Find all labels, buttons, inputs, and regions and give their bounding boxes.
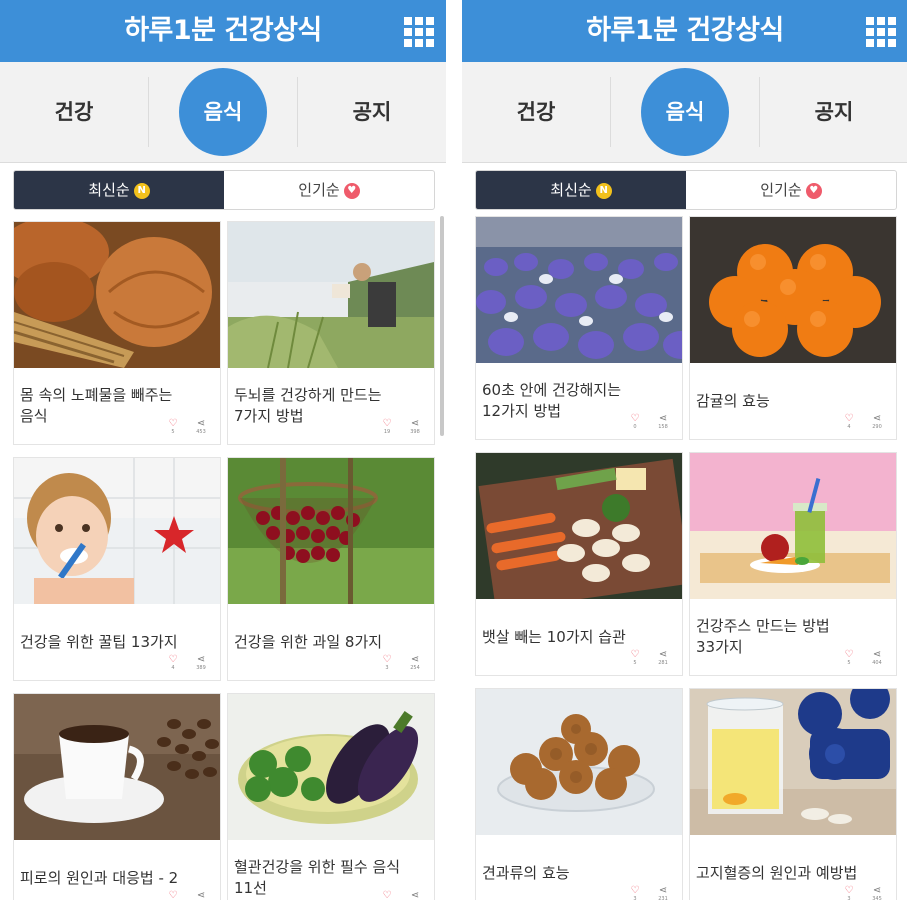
grid-menu-icon[interactable] [866, 17, 896, 47]
sort-toggle: 최신순 N 인기순 ♥ [13, 170, 435, 210]
tab-health[interactable]: 건강 [0, 62, 148, 162]
scrollbar[interactable] [440, 216, 444, 436]
article-title: 두뇌를 건강하게 만드는 7가지 방법 [234, 386, 382, 425]
app-screen-left: 하루1분 건강상식 건강 음식 공지 최신순 N 인기순 ♥ ♡ 5 ⋖ 453… [0, 0, 446, 900]
article-thumbnail-cherries [228, 458, 434, 604]
article-thumbnail-green-juice [690, 453, 896, 599]
article-thumbnail-flowers [476, 217, 682, 363]
article-card[interactable]: ♡ 0 ⋖ 158 60초 안에 건강해지는 12가지 방법 [475, 216, 683, 440]
grid-menu-icon[interactable] [404, 17, 434, 47]
article-thumbnail-drink-dumbbells [690, 689, 896, 835]
article-thumbnail-onion [14, 222, 220, 368]
heart-badge-icon: ♥ [805, 182, 822, 199]
app-bar: 하루1분 건강상식 [462, 0, 907, 62]
new-badge-icon: N [133, 182, 150, 199]
article-card[interactable]: ♡1 ⋖214 피로의 원인과 대응법 - 2 [13, 693, 221, 900]
article-thumbnail-reading [228, 222, 434, 368]
sort-latest-button[interactable]: 최신순 N [14, 171, 224, 209]
article-card[interactable]: ♡ 4 ⋖ 290 감귤의 효능 [689, 216, 897, 440]
article-title: 뱃살 빼는 10가지 습관 [482, 627, 626, 646]
article-card[interactable]: ♡ 4 ⋖ 389 건강을 위한 꿀팁 13가지 [13, 457, 221, 681]
heart-badge-icon: ♥ [343, 182, 360, 199]
sort-popular-button[interactable]: 인기순 ♥ [686, 171, 896, 209]
article-title: 피로의 원인과 대응법 - 2 [20, 868, 179, 887]
sort-toggle: 최신순 N 인기순 ♥ [475, 170, 897, 210]
article-card[interactable]: ♡ 5 ⋖ 453 몸 속의 노폐물을 빼주는 음식 [13, 221, 221, 445]
article-thumbnail-chopped-food [476, 453, 682, 599]
article-title: 감귤의 효능 [696, 391, 770, 410]
app-bar: 하루1분 건강상식 [0, 0, 446, 62]
tab-food[interactable]: 음식 [149, 62, 297, 162]
article-title: 건강을 위한 과일 8가지 [234, 632, 383, 651]
app-title: 하루1분 건강상식 [586, 15, 784, 46]
app-screen-right: 하루1분 건강상식 건강 음식 공지 최신순 N 인기순 ♥ ♡ 0 ⋖ 158… [462, 0, 907, 900]
app-title: 하루1분 건강상식 [124, 15, 322, 46]
article-card[interactable]: ♡ 5 ⋖ 404 건강주스 만드는 방법 33가지 [689, 452, 897, 676]
article-card[interactable]: ♡ 3 ⋖ 254 건강을 위한 과일 8가지 [227, 457, 435, 681]
category-nav: 건강 음식 공지 [462, 62, 907, 163]
article-title: 건강주스 만드는 방법 33가지 [696, 617, 830, 656]
article-title: 견과류의 효능 [482, 863, 570, 882]
new-badge-icon: N [595, 182, 612, 199]
tab-notice[interactable]: 공지 [760, 62, 907, 162]
article-thumbnail-walnuts [476, 689, 682, 835]
article-card[interactable]: ♡ 3 ⋖ 345 고지혈증의 원인과 예방법 [689, 688, 897, 900]
article-title: 60초 안에 건강해지는 12가지 방법 [482, 381, 622, 420]
article-thumbnail-coffee [14, 694, 220, 840]
article-card[interactable]: ♡ 3 ⋖ 231 견과류의 효능 [475, 688, 683, 900]
article-card[interactable]: ♡9 ⋖456 혈관건강을 위한 필수 음식 11선 [227, 693, 435, 900]
tab-health[interactable]: 건강 [462, 62, 610, 162]
article-title: 건강을 위한 꿀팁 13가지 [20, 632, 178, 651]
article-thumbnail-vegetables [228, 694, 434, 840]
tab-food[interactable]: 음식 [611, 62, 759, 162]
article-thumbnail-child-brushing [14, 458, 220, 604]
category-nav: 건강 음식 공지 [0, 62, 446, 163]
article-thumbnail-tangerines [690, 217, 896, 363]
article-title: 혈관건강을 위한 필수 음식 11선 [234, 858, 401, 897]
article-card[interactable]: ♡ 5 ⋖ 281 뱃살 빼는 10가지 습관 [475, 452, 683, 676]
article-title: 몸 속의 노폐물을 빼주는 음식 [20, 386, 173, 425]
sort-latest-button[interactable]: 최신순 N [476, 171, 686, 209]
article-card[interactable]: ♡ 19 ⋖ 398 두뇌를 건강하게 만드는 7가지 방법 [227, 221, 435, 445]
sort-popular-button[interactable]: 인기순 ♥ [224, 171, 434, 209]
tab-notice[interactable]: 공지 [298, 62, 446, 162]
article-title: 고지혈증의 원인과 예방법 [696, 863, 858, 882]
